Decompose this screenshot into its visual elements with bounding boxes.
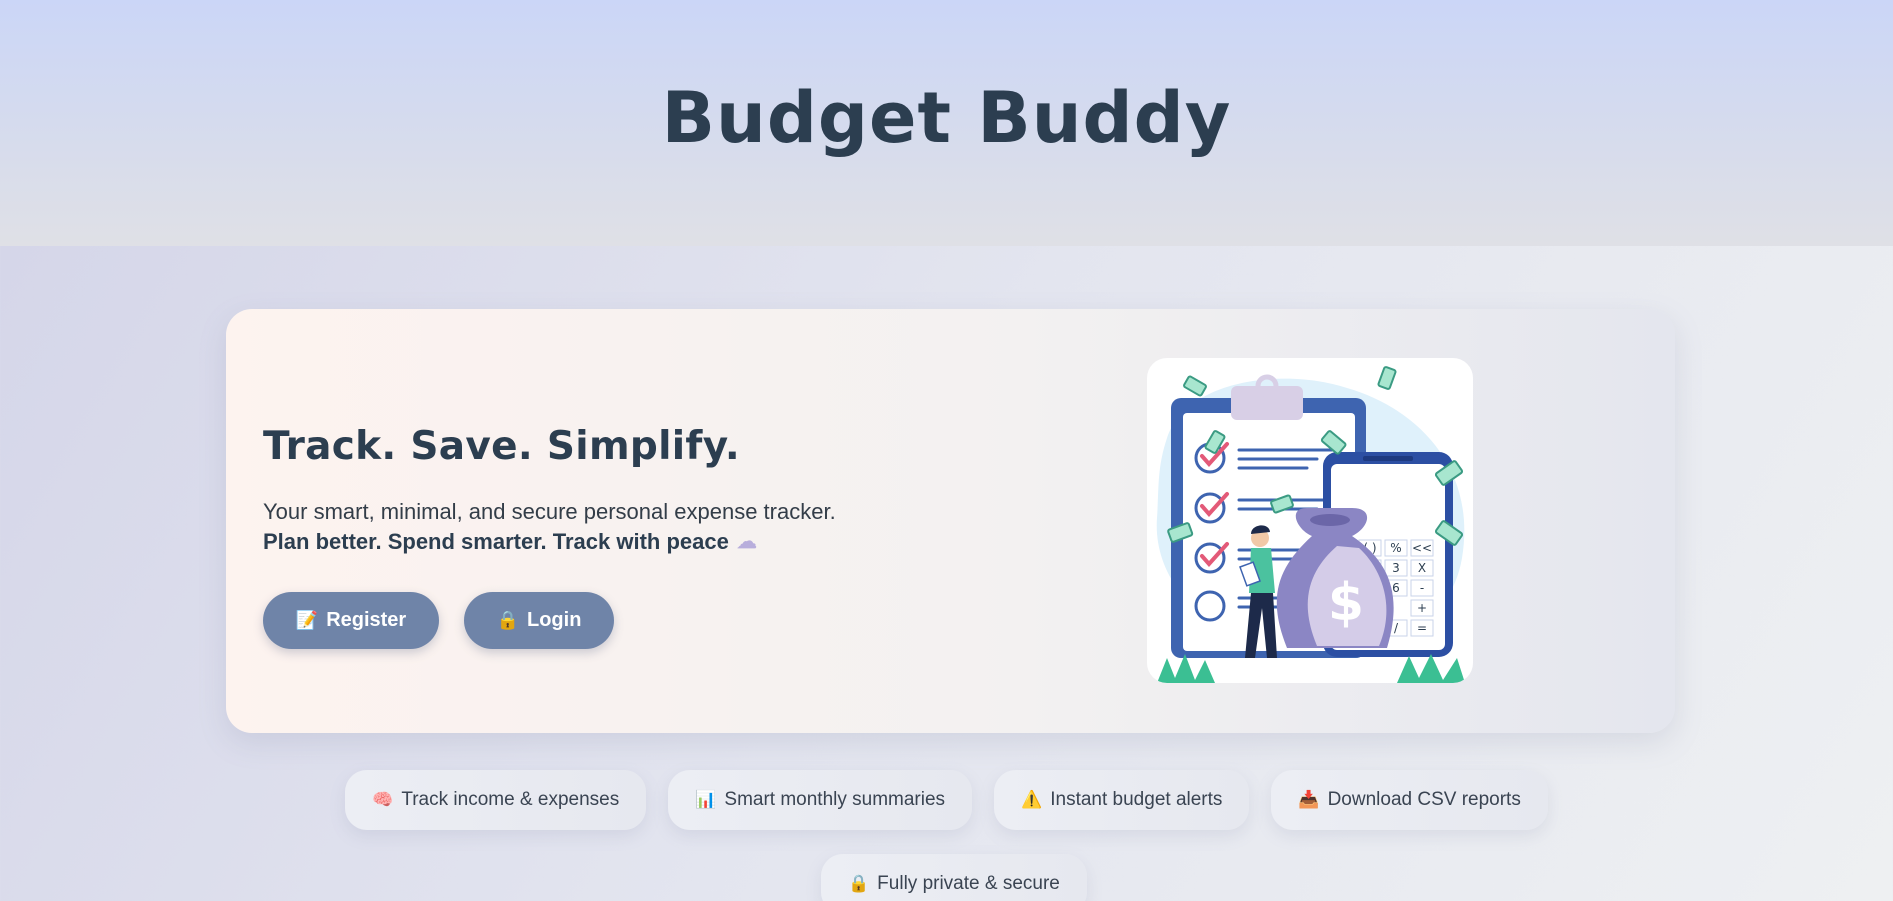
feature-label: Download CSV reports: [1327, 789, 1521, 810]
svg-text:<<: <<: [1412, 541, 1432, 555]
inbox-download-icon: 📥: [1298, 790, 1320, 809]
login-button-label: Login: [526, 609, 582, 631]
hero-card: Track. Save. Simplify. Your smart, minim…: [226, 309, 1675, 733]
hero-tagline: Track. Save. Simplify.: [263, 424, 740, 469]
warning-icon: ⚠️: [1021, 790, 1043, 809]
feature-label: Instant budget alerts: [1050, 789, 1223, 810]
svg-text:$: $: [1328, 573, 1364, 633]
feature-private-secure: 🔒 Fully private & secure: [821, 854, 1087, 901]
feature-label: Smart monthly summaries: [724, 789, 946, 810]
illustration-svg: ( ) % << 2 3 X 5 6 - 9 + / = $: [1156, 366, 1465, 683]
svg-text:%: %: [1390, 541, 1401, 555]
expense-tracker-illustration: ( ) % << 2 3 X 5 6 - 9 + / = $: [1147, 358, 1473, 683]
bar-chart-icon: 📊: [695, 790, 717, 809]
svg-text:=: =: [1417, 621, 1427, 635]
svg-text:+: +: [1417, 601, 1427, 615]
hero-text: Track. Save. Simplify. Your smart, minim…: [263, 424, 1023, 557]
features-row: 🧠 Track income & expenses 📊 Smart monthl…: [0, 770, 1893, 830]
register-button[interactable]: 📝 Register: [263, 592, 439, 649]
cloud-icon: ☁: [736, 531, 757, 553]
header: Budget Buddy: [0, 0, 1893, 246]
svg-text:X: X: [1418, 561, 1426, 575]
lock-icon: 🔒: [848, 874, 870, 893]
site-title: Budget Buddy: [661, 77, 1232, 159]
feature-csv-reports: 📥 Download CSV reports: [1271, 770, 1548, 830]
feature-label: Fully private & secure: [877, 873, 1060, 894]
hero-description-bold: Plan better. Spend smarter. Track with p…: [263, 527, 1023, 557]
svg-text:3: 3: [1392, 561, 1400, 575]
feature-label: Track income & expenses: [401, 789, 620, 810]
feature-monthly-summaries: 📊 Smart monthly summaries: [668, 770, 973, 830]
register-button-label: Register: [326, 609, 407, 631]
memo-icon: 📝: [295, 610, 319, 630]
feature-track-income: 🧠 Track income & expenses: [345, 770, 647, 830]
lock-icon: 🔒: [496, 610, 519, 630]
hero-description-bold-text: Plan better. Spend smarter. Track with p…: [263, 529, 729, 554]
svg-text:-: -: [1420, 581, 1424, 595]
svg-text:6: 6: [1392, 581, 1400, 595]
login-button[interactable]: 🔒 Login: [464, 592, 614, 649]
brain-icon: 🧠: [372, 790, 394, 809]
feature-budget-alerts: ⚠️ Instant budget alerts: [994, 770, 1250, 830]
hero-description: Your smart, minimal, and secure personal…: [263, 499, 836, 524]
hero-actions: 📝 Register 🔒 Login: [263, 592, 614, 649]
